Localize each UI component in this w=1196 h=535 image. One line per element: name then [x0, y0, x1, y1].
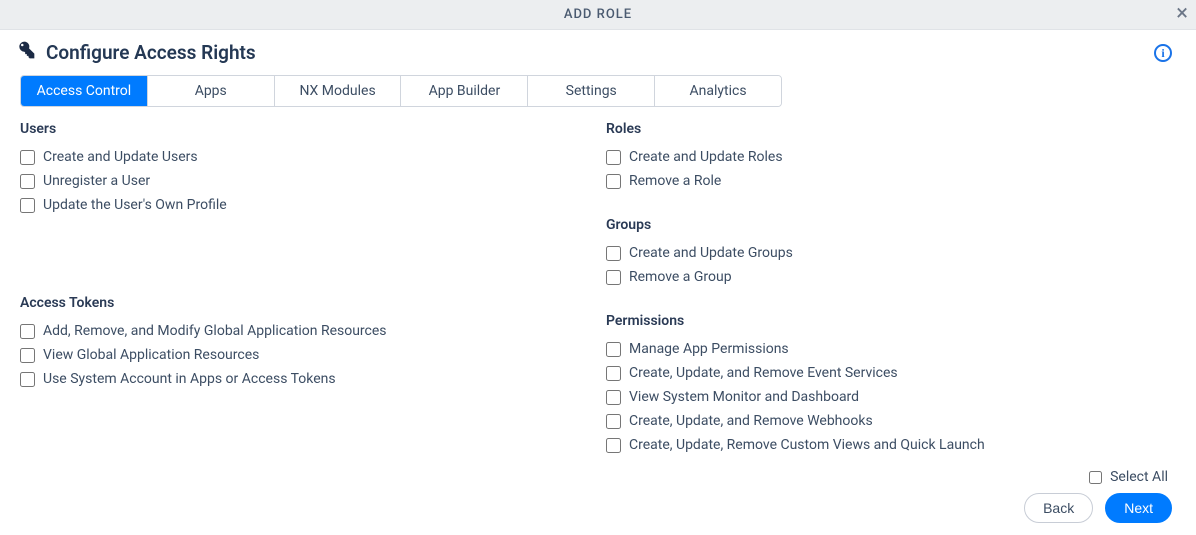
section-title: Permissions — [606, 313, 1172, 329]
back-button[interactable]: Back — [1024, 493, 1093, 523]
checkbox-label[interactable]: View Global Application Resources — [43, 347, 259, 363]
section-permissions: Permissions Manage App Permissions Creat… — [606, 313, 1172, 457]
checkbox-event-services[interactable] — [606, 366, 621, 381]
dialog-header: ADD ROLE × — [0, 0, 1196, 30]
page-title: Configure Access Rights — [46, 41, 256, 64]
checkbox-label[interactable]: View System Monitor and Dashboard — [629, 389, 859, 405]
check-row: Remove a Group — [606, 265, 1172, 289]
select-all-checkbox[interactable] — [1089, 471, 1102, 484]
left-column: Users Create and Update Users Unregister… — [20, 121, 586, 457]
tab-analytics[interactable]: Analytics — [655, 76, 781, 106]
scroll-area[interactable]: Users Create and Update Users Unregister… — [20, 121, 1184, 461]
checkbox-label[interactable]: Use System Account in Apps or Access Tok… — [43, 371, 336, 387]
next-button[interactable]: Next — [1105, 493, 1172, 523]
check-row: Use System Account in Apps or Access Tok… — [20, 367, 586, 391]
page-title-row: Configure Access Rights i — [0, 30, 1196, 75]
checkbox-label[interactable]: Create, Update, Remove Custom Views and … — [629, 437, 985, 453]
checkbox-label[interactable]: Remove a Group — [629, 269, 732, 285]
checkbox-view-system-monitor[interactable] — [606, 390, 621, 405]
close-icon[interactable]: × — [1176, 2, 1188, 26]
section-title: Users — [20, 121, 586, 137]
checkbox-label[interactable]: Create and Update Users — [43, 149, 198, 165]
checkbox-label[interactable]: Create and Update Roles — [629, 149, 783, 165]
select-all: Select All — [1089, 469, 1168, 485]
checkbox-label[interactable]: Create, Update, and Remove Webhooks — [629, 413, 873, 429]
check-row: Remove a Role — [606, 169, 1172, 193]
checkbox-label[interactable]: Add, Remove, and Modify Global Applicati… — [43, 323, 387, 339]
checkbox-label[interactable]: Create and Update Groups — [629, 245, 793, 261]
checkbox-label[interactable]: Manage App Permissions — [629, 341, 789, 357]
dialog-title: ADD ROLE — [564, 7, 632, 22]
checkbox-custom-views[interactable] — [606, 438, 621, 453]
section-roles: Roles Create and Update Roles Remove a R… — [606, 121, 1172, 193]
check-row: Unregister a User — [20, 169, 586, 193]
check-row: Create and Update Users — [20, 145, 586, 169]
check-row: Create, Update, and Remove Webhooks — [606, 409, 1172, 433]
checkbox-create-update-users[interactable] — [20, 150, 35, 165]
check-row: Create and Update Groups — [606, 241, 1172, 265]
section-title: Roles — [606, 121, 1172, 137]
tab-apps[interactable]: Apps — [148, 76, 275, 106]
checkbox-manage-app-permissions[interactable] — [606, 342, 621, 357]
check-row: Add, Remove, and Modify Global Applicati… — [20, 319, 586, 343]
checkbox-use-system-account[interactable] — [20, 372, 35, 387]
check-row: Create, Update, and Remove Event Service… — [606, 361, 1172, 385]
check-row: Manage App Permissions — [606, 337, 1172, 361]
checkbox-label[interactable]: Update the User's Own Profile — [43, 197, 227, 213]
select-all-label[interactable]: Select All — [1110, 469, 1168, 485]
checkbox-remove-group[interactable] — [606, 270, 621, 285]
section-groups: Groups Create and Update Groups Remove a… — [606, 217, 1172, 289]
checkbox-webhooks[interactable] — [606, 414, 621, 429]
checkbox-remove-role[interactable] — [606, 174, 621, 189]
tab-settings[interactable]: Settings — [528, 76, 655, 106]
checkbox-unregister-user[interactable] — [20, 174, 35, 189]
checkbox-create-update-groups[interactable] — [606, 246, 621, 261]
section-title: Groups — [606, 217, 1172, 233]
checkbox-view-global-resources[interactable] — [20, 348, 35, 363]
info-icon[interactable]: i — [1154, 44, 1172, 62]
check-row: Create and Update Roles — [606, 145, 1172, 169]
checkbox-label[interactable]: Remove a Role — [629, 173, 721, 189]
check-row: View System Monitor and Dashboard — [606, 385, 1172, 409]
tab-access-control[interactable]: Access Control — [21, 76, 148, 106]
section-users: Users Create and Update Users Unregister… — [20, 121, 586, 217]
check-row: View Global Application Resources — [20, 343, 586, 367]
section-access-tokens: Access Tokens Add, Remove, and Modify Gl… — [20, 295, 586, 391]
tabs: Access Control Apps NX Modules App Build… — [20, 75, 782, 107]
checkbox-create-update-roles[interactable] — [606, 150, 621, 165]
tab-app-builder[interactable]: App Builder — [401, 76, 528, 106]
footer-row: Select All — [0, 461, 1196, 485]
checkbox-modify-global-resources[interactable] — [20, 324, 35, 339]
check-row: Update the User's Own Profile — [20, 193, 586, 217]
check-row: Create, Update, Remove Custom Views and … — [606, 433, 1172, 457]
section-title: Access Tokens — [20, 295, 586, 311]
tab-nx-modules[interactable]: NX Modules — [275, 76, 402, 106]
checkbox-label[interactable]: Create, Update, and Remove Event Service… — [629, 365, 898, 381]
right-column: Roles Create and Update Roles Remove a R… — [606, 121, 1172, 457]
key-icon — [16, 40, 36, 65]
checkbox-update-own-profile[interactable] — [20, 198, 35, 213]
checkbox-label[interactable]: Unregister a User — [43, 173, 150, 189]
